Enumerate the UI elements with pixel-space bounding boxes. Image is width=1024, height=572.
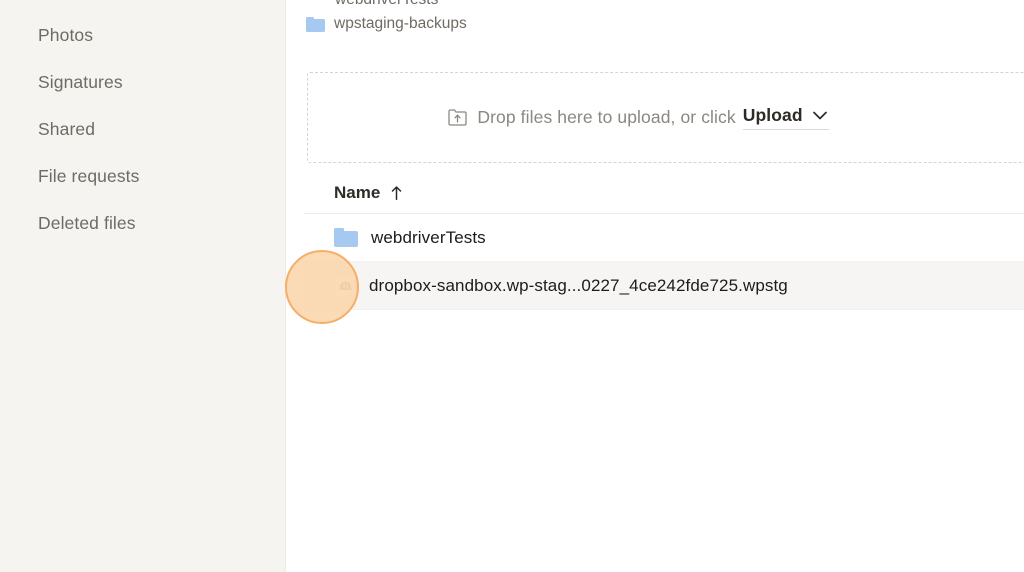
row-name-cell: dropbox-sandbox.wp-stag...0227_4ce242fde… (334, 274, 788, 297)
folder-icon (334, 228, 358, 247)
sidebar-item-deleted-files[interactable]: Deleted files (0, 200, 285, 247)
chevron-down-icon (812, 111, 827, 120)
file-table: Name Who can access webdriverTests Only … (304, 172, 1024, 310)
upload-dropzone[interactable]: Drop files here to upload, or click Uplo… (307, 72, 1024, 163)
sort-ascending-arrow-icon (392, 185, 402, 200)
table-row[interactable]: webdriverTests Only you (304, 214, 1024, 262)
sidebar-item-label: Deleted files (38, 213, 136, 233)
row-name-cell: webdriverTests (334, 228, 486, 248)
tree-item-label: wpstaging-backups (334, 15, 467, 32)
file-wpstg-icon (334, 274, 356, 297)
sidebar-item-label: Shared (38, 119, 96, 139)
table-row[interactable]: dropbox-sandbox.wp-stag...0227_4ce242fde… (304, 262, 1024, 310)
table-header-row: Name Who can access (304, 172, 1024, 214)
folder-icon (306, 16, 325, 32)
sidebar-item-label: Photos (38, 25, 94, 45)
sidebar: Photos Signatures Shared File requests D… (0, 0, 286, 572)
upload-button[interactable]: Upload (742, 105, 829, 130)
file-name-label: webdriverTests (371, 227, 486, 247)
sidebar-item-label: File requests (38, 166, 140, 186)
column-header-name-label: Name (334, 182, 381, 202)
sidebar-item-photos[interactable]: Photos (0, 12, 285, 59)
upload-to-folder-icon (448, 109, 468, 126)
tree-item-label: webdriverTests (335, 0, 438, 9)
file-name-label: dropbox-sandbox.wp-stag...0227_4ce242fde… (369, 275, 788, 295)
sidebar-item-label: Signatures (38, 72, 123, 92)
main-content: webdriverTests wpstaging-backups Drop fi… (286, 0, 1024, 572)
dropzone-text: Drop files here to upload, or click (477, 107, 736, 127)
upload-label: Upload (742, 105, 803, 125)
tree-item-webdrivertests[interactable]: webdriverTests (286, 0, 1024, 12)
sidebar-item-file-requests[interactable]: File requests (0, 153, 285, 200)
sidebar-item-shared[interactable]: Shared (0, 106, 285, 153)
column-header-name[interactable]: Name (334, 183, 402, 203)
tree-item-wpstaging-backups[interactable]: wpstaging-backups (286, 12, 1024, 36)
folder-tree: webdriverTests wpstaging-backups (286, 0, 1024, 36)
dropbox-file-browser: Photos Signatures Shared File requests D… (0, 0, 1024, 572)
sidebar-item-signatures[interactable]: Signatures (0, 59, 285, 106)
file-glyph-icon (339, 281, 351, 290)
